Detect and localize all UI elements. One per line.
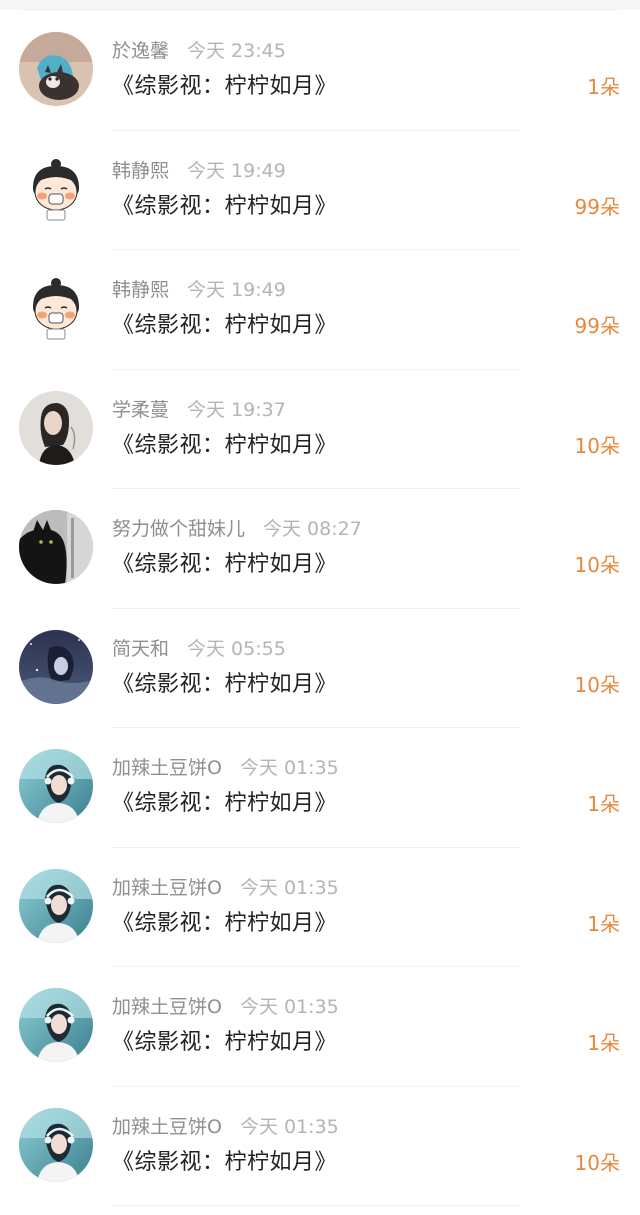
- timestamp: 今天 19:49: [187, 159, 286, 182]
- flower-count: 10朵: [574, 1150, 620, 1175]
- gift-list: 於逸馨今天 23:45 《综影视：柠柠如月》 1朵 韩静熙今天 19:49: [0, 11, 640, 1206]
- list-item[interactable]: 简天和 今天 05:55 《综影视：柠柠如月》 10朵: [0, 609, 640, 729]
- timestamp: 今天 05:55: [187, 637, 286, 660]
- headphone-girl-avatar: [19, 988, 93, 1062]
- list-item[interactable]: 韩静熙 今天 19:49 《综影视：柠柠如月》 99朵: [0, 250, 640, 370]
- book-title: 《综影视：柠柠如月》: [112, 1149, 338, 1175]
- timestamp: 今天 23:45: [187, 40, 286, 62]
- timestamp: 今天 01:35: [239, 996, 339, 1018]
- book-title: 《综影视：柠柠如月》: [112, 552, 338, 577]
- timestamp: 今天 01:35: [239, 1115, 339, 1138]
- flower-count: 1朵: [587, 1031, 620, 1055]
- meta-line: 韩静熙 今天 19:49: [112, 159, 286, 183]
- user-name[interactable]: 韩静熙: [112, 160, 169, 182]
- book-title: 《综影视：柠柠如月》: [112, 193, 338, 219]
- user-name[interactable]: 於逸馨: [112, 40, 169, 62]
- meta-line: 加辣土豆饼O 今天 01:35: [112, 1115, 339, 1139]
- flower-count: 1朵: [587, 792, 620, 816]
- book-title: 《综影视：柠柠如月》: [112, 791, 338, 816]
- cartoon-girl-avatar: [19, 151, 93, 226]
- list-item[interactable]: 加辣土豆饼O 今天 01:35 《综影视：柠柠如月》 1朵: [0, 728, 640, 848]
- flower-count: 99朵: [574, 314, 620, 338]
- book-title: 《综影视：柠柠如月》: [112, 74, 338, 99]
- black-cat-avatar: [19, 510, 93, 584]
- timestamp: 今天 08:27: [263, 518, 362, 540]
- book-title: 《综影视：柠柠如月》: [112, 313, 338, 338]
- list-item[interactable]: 学柔蔓 今天 19:37 《综影视：柠柠如月》 10朵: [0, 370, 640, 490]
- list-item[interactable]: 努力做个甜妹儿 今天 08:27 《综影视：柠柠如月》 10朵: [0, 489, 640, 609]
- meta-line: 学柔蔓 今天 19:37: [112, 398, 286, 422]
- user-name[interactable]: 简天和: [112, 638, 169, 660]
- flower-count: 10朵: [574, 672, 620, 697]
- user-name[interactable]: 加辣土豆饼O: [112, 877, 222, 899]
- user-name[interactable]: 努力做个甜妹儿: [112, 518, 245, 540]
- list-item[interactable]: 於逸馨 今天 23:45 《综影视：柠柠如月》 1朵: [0, 11, 640, 131]
- book-title: 《综影视：柠柠如月》: [112, 671, 338, 697]
- anime-night-avatar: [19, 629, 93, 704]
- timestamp: 今天 01:35: [239, 757, 339, 779]
- headphone-girl-avatar: [19, 1107, 93, 1182]
- book-title: 《综影视：柠柠如月》: [112, 910, 338, 936]
- avatar[interactable]: [19, 151, 93, 226]
- avatar[interactable]: [19, 1107, 93, 1182]
- avatar[interactable]: [19, 271, 93, 345]
- meta-line: 加辣土豆饼O 今天 01:35: [112, 876, 339, 900]
- meta-line: 努力做个甜妹儿 今天 08:27: [112, 517, 362, 541]
- flower-count: 10朵: [574, 553, 620, 577]
- avatar[interactable]: [19, 629, 93, 704]
- meta-line: 加辣土豆饼O 今天 01:35: [112, 995, 339, 1019]
- headphone-girl-avatar: [19, 868, 93, 943]
- list-item[interactable]: 加辣土豆饼O 今天 01:35 《综影视：柠柠如月》 1朵: [0, 848, 640, 968]
- list-item[interactable]: 加辣土豆饼O 今天 01:35 《综影视：柠柠如月》 10朵: [0, 1087, 640, 1207]
- flower-count: 1朵: [587, 75, 620, 99]
- timestamp: 今天 19:49: [187, 279, 286, 301]
- meta-line: 韩静熙 今天 19:49: [112, 278, 286, 302]
- avatar[interactable]: [19, 749, 93, 823]
- flower-count: 1朵: [587, 911, 620, 936]
- avatar[interactable]: [19, 510, 93, 584]
- user-name[interactable]: 韩静熙: [112, 279, 169, 301]
- book-title: 《综影视：柠柠如月》: [112, 432, 338, 458]
- user-name[interactable]: 学柔蔓: [112, 399, 169, 421]
- timestamp: 今天 19:37: [187, 398, 286, 421]
- meta-line: 加辣土豆饼O 今天 01:35: [112, 756, 339, 780]
- flower-count: 10朵: [574, 433, 620, 458]
- user-name[interactable]: 加辣土豆饼O: [112, 996, 222, 1018]
- meta-line: 於逸馨 今天 23:45: [112, 39, 286, 63]
- flower-count: 99朵: [574, 194, 620, 219]
- avatar[interactable]: [19, 32, 93, 106]
- book-title: 《综影视：柠柠如月》: [112, 1030, 338, 1055]
- avatar[interactable]: [19, 868, 93, 943]
- cat-photo-avatar: [19, 32, 93, 106]
- list-item[interactable]: 韩静熙 今天 19:49 《综影视：柠柠如月》 99朵: [0, 131, 640, 251]
- avatar[interactable]: [19, 988, 93, 1062]
- girl-photo-avatar: [19, 390, 93, 465]
- top-card-edge: [0, 0, 640, 10]
- timestamp: 今天 01:35: [239, 876, 339, 899]
- cartoon-girl-avatar: [19, 271, 93, 345]
- headphone-girl-avatar: [19, 749, 93, 823]
- user-name[interactable]: 加辣土豆饼O: [112, 1116, 222, 1138]
- list-item[interactable]: 加辣土豆饼O 今天 01:35 《综影视：柠柠如月》 1朵: [0, 967, 640, 1087]
- avatar[interactable]: [19, 390, 93, 465]
- user-name[interactable]: 加辣土豆饼O: [112, 757, 222, 779]
- meta-line: 简天和 今天 05:55: [112, 637, 286, 661]
